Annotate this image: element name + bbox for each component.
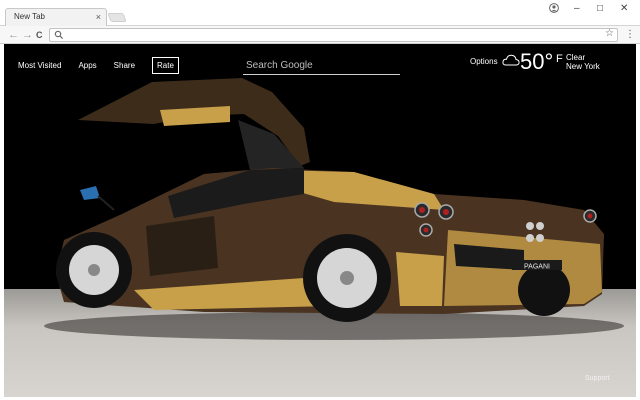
search-box (243, 55, 400, 75)
vertical-dots-icon[interactable]: ⋮ (625, 28, 635, 42)
close-window-button[interactable]: ✕ (620, 2, 628, 16)
address-bar[interactable]: ☆ (49, 28, 618, 42)
share-link[interactable]: Share (114, 61, 135, 70)
temperature-unit: F (556, 53, 563, 65)
new-tab-button[interactable] (107, 13, 127, 22)
temperature: 50° (520, 49, 554, 74)
browser-toolbar: ← → C ☆ ⋮ (0, 26, 640, 44)
cloud-icon (502, 54, 520, 66)
title-bar: New Tab × – □ ✕ (0, 0, 640, 26)
top-nav: Most Visited Apps Share Rate (18, 56, 179, 74)
apps-link[interactable]: Apps (78, 61, 96, 70)
arrow-left-icon[interactable]: ← (8, 27, 19, 43)
star-icon[interactable]: ☆ (605, 28, 614, 39)
arrow-right-icon[interactable]: → (22, 27, 33, 43)
tab-new-tab[interactable]: New Tab × (5, 8, 107, 26)
search-icon (54, 30, 64, 40)
most-visited-link[interactable]: Most Visited (18, 61, 61, 70)
tab-title: New Tab (14, 12, 45, 21)
weather-location: New York (566, 62, 600, 71)
minimize-button[interactable]: – (574, 2, 580, 16)
tab-close-icon[interactable]: × (96, 11, 101, 23)
reload-icon[interactable]: C (36, 27, 43, 43)
support-link[interactable]: Support (585, 375, 610, 382)
weather-info: Clear New York (566, 53, 600, 71)
rate-button[interactable]: Rate (152, 56, 179, 74)
search-input[interactable] (243, 56, 400, 75)
new-tab-page: PAGANI Most Visited Apps Share Rate Opti… (4, 44, 636, 397)
options-link[interactable]: Options (470, 57, 498, 66)
car-badge: PAGANI (524, 264, 550, 271)
weather-condition: Clear (566, 53, 586, 62)
person-icon[interactable] (549, 3, 559, 13)
background-car-image: PAGANI (44, 78, 624, 340)
maximize-button[interactable]: □ (597, 2, 603, 16)
